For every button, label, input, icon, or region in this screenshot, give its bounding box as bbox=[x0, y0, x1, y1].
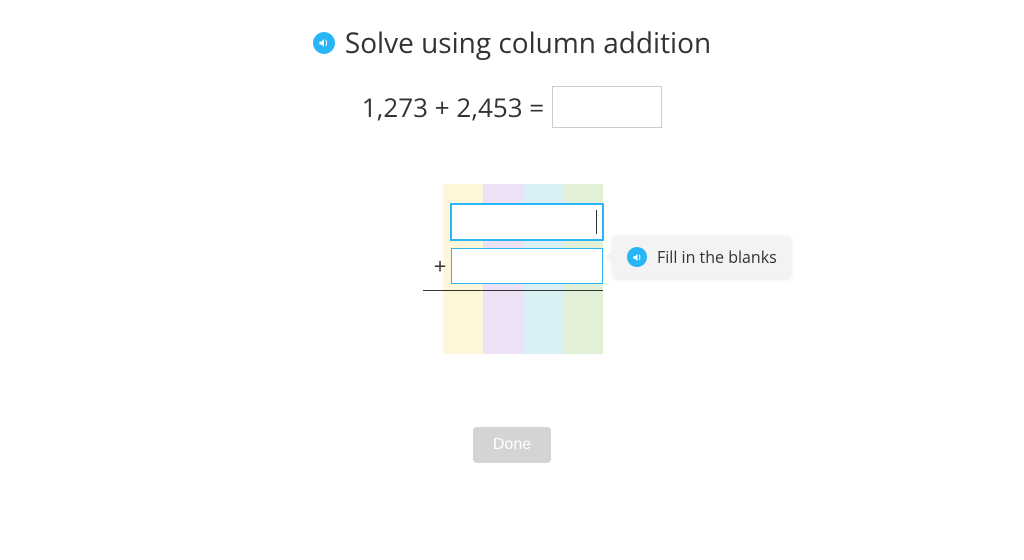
addend-input-1[interactable] bbox=[451, 204, 603, 240]
plus-sign: + bbox=[429, 251, 451, 281]
sum-line bbox=[423, 290, 603, 291]
done-button[interactable]: Done bbox=[473, 427, 551, 463]
column-addition: + bbox=[421, 184, 603, 291]
audio-icon[interactable] bbox=[313, 32, 335, 54]
hint-tooltip: Fill in the blanks bbox=[613, 236, 791, 278]
title-row: Solve using column addition bbox=[313, 24, 711, 62]
column-addition-area: + Fill in the blanks bbox=[421, 184, 603, 297]
answer-input[interactable] bbox=[552, 86, 662, 128]
exercise-container: Solve using column addition 1,273 + 2,45… bbox=[0, 0, 1024, 463]
equation-expression: 1,273 + 2,453 = bbox=[362, 89, 544, 125]
equation-row: 1,273 + 2,453 = bbox=[362, 86, 662, 128]
addend-row-1 bbox=[421, 202, 603, 242]
addend-row-2: + bbox=[421, 246, 603, 286]
text-caret bbox=[596, 210, 597, 234]
hint-text: Fill in the blanks bbox=[657, 246, 777, 268]
exercise-title: Solve using column addition bbox=[345, 24, 711, 62]
addend-input-2[interactable] bbox=[451, 248, 603, 284]
audio-icon[interactable] bbox=[627, 247, 647, 267]
